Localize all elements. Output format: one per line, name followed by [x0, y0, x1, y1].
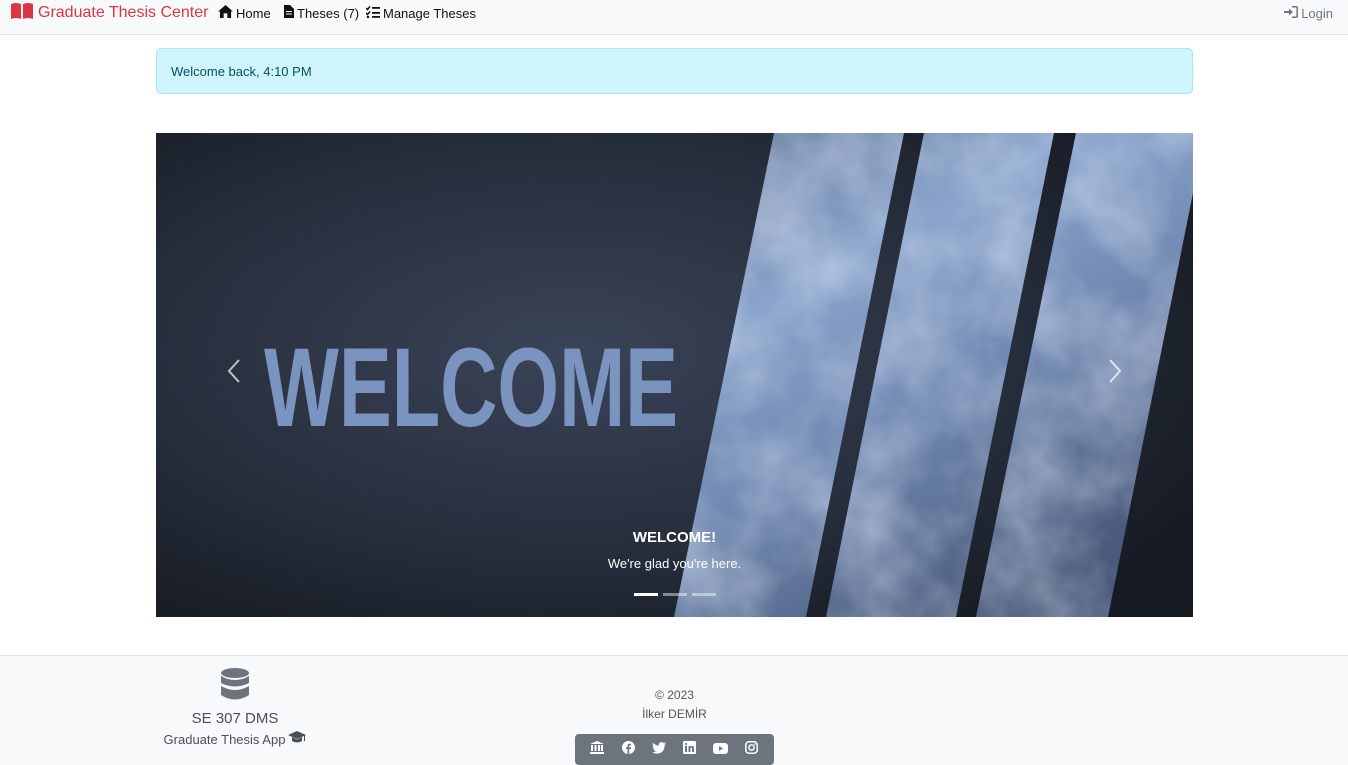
instagram-link[interactable] — [740, 738, 764, 762]
login-label: Login — [1301, 5, 1333, 21]
brand-link[interactable]: Graduate Thesis Center — [10, 2, 208, 24]
carousel-indicator-1[interactable] — [634, 593, 658, 596]
twitter-link[interactable] — [647, 738, 671, 762]
footer-app-info: SE 307 DMS Graduate Thesis App — [156, 668, 314, 747]
social-links — [575, 734, 774, 765]
file-icon — [284, 5, 297, 21]
nav-manage-theses[interactable]: Manage Theses — [365, 4, 476, 22]
home-icon — [218, 5, 236, 21]
nav-theses[interactable]: Theses (7) — [284, 4, 359, 22]
list-check-icon — [365, 5, 383, 21]
carousel-indicator-2[interactable] — [663, 593, 687, 596]
graduation-cap-icon — [288, 731, 307, 747]
linkedin-icon — [683, 740, 697, 759]
welcome-alert-text: Welcome back, 4:10 PM — [171, 64, 312, 79]
carousel-indicators — [634, 593, 716, 596]
nav-theses-label: Theses (7) — [297, 5, 360, 21]
institution-icon — [590, 740, 605, 759]
footer-author: İlker DEMİR — [642, 707, 707, 721]
facebook-icon — [621, 740, 635, 759]
footer-app-name: SE 307 DMS — [191, 710, 279, 727]
database-icon — [220, 668, 250, 705]
welcome-alert: Welcome back, 4:10 PM — [156, 48, 1193, 94]
footer-app-subtitle-row: Graduate Thesis App — [156, 731, 314, 747]
carousel-caption-text: We're glad you're here. — [607, 556, 742, 571]
nav-home[interactable]: Home — [218, 4, 271, 22]
institution-link[interactable] — [585, 738, 609, 762]
carousel-next-button[interactable] — [1085, 338, 1145, 408]
chevron-left-icon — [227, 358, 241, 389]
facebook-link[interactable] — [616, 738, 640, 762]
instagram-icon — [745, 740, 758, 759]
footer-app-subtitle: Graduate Thesis App — [163, 731, 286, 747]
carousel-indicator-3[interactable] — [692, 593, 716, 596]
twitter-icon — [652, 741, 667, 759]
brand-label: Graduate Thesis Center — [38, 4, 209, 21]
youtube-link[interactable] — [709, 738, 733, 762]
linkedin-link[interactable] — [678, 738, 702, 762]
welcome-carousel: WELCOME WELCOME! We're glad you're here. — [156, 133, 1193, 617]
footer: SE 307 DMS Graduate Thesis App © 2023 İl… — [0, 655, 1348, 765]
login-link[interactable]: Login — [1284, 4, 1333, 22]
nav-home-label: Home — [236, 5, 271, 21]
carousel-caption-title: WELCOME! — [632, 529, 717, 546]
sign-in-icon — [1284, 5, 1301, 21]
nav-manage-label: Manage Theses — [383, 5, 476, 21]
youtube-icon — [713, 741, 729, 759]
svg-text:WELCOME: WELCOME — [264, 325, 678, 450]
carousel-prev-button[interactable] — [204, 338, 264, 408]
book-icon — [10, 2, 38, 25]
footer-copyright: © 2023 — [655, 688, 694, 702]
chevron-right-icon — [1108, 358, 1122, 389]
navbar: Graduate Thesis Center Home Theses (7) M… — [0, 0, 1348, 35]
footer-credits: © 2023 İlker DEMİR — [575, 686, 774, 724]
